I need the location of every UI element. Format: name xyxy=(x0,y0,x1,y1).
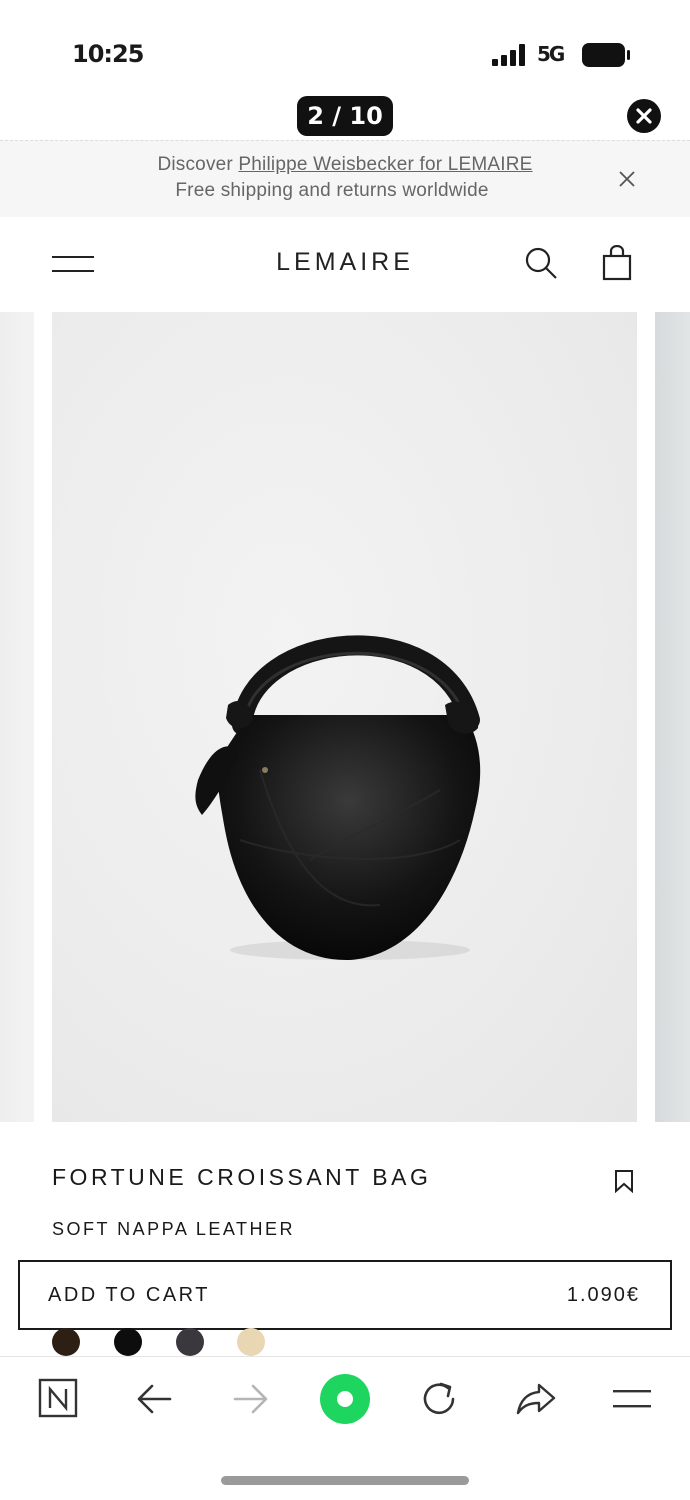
color-swatch-sand[interactable] xyxy=(237,1328,265,1356)
status-time: 10:25 xyxy=(72,40,144,68)
color-swatch-black[interactable] xyxy=(114,1328,142,1356)
previous-image-peek[interactable] xyxy=(0,312,34,1122)
circle-button-icon[interactable] xyxy=(318,1372,372,1426)
reload-icon[interactable] xyxy=(417,1376,463,1422)
forward-arrow-icon[interactable] xyxy=(227,1376,273,1422)
bookmark-icon[interactable] xyxy=(612,1168,636,1194)
menu-lines-icon[interactable] xyxy=(609,1376,655,1422)
back-arrow-icon[interactable] xyxy=(132,1376,178,1422)
shopping-bag-icon[interactable] xyxy=(601,245,633,281)
banner-link[interactable]: Philippe Weisbecker for LEMAIRE xyxy=(238,154,532,175)
color-swatch-dark-grey[interactable] xyxy=(176,1328,204,1356)
add-to-cart-label: ADD TO CART xyxy=(48,1284,210,1306)
product-material: SOFT NAPPA LEATHER xyxy=(52,1219,296,1239)
banner-line2: Free shipping and returns worldwide xyxy=(175,180,489,201)
signal-icon xyxy=(492,44,525,66)
banner-prefix: Discover xyxy=(157,154,239,175)
share-icon[interactable] xyxy=(513,1376,559,1422)
product-price: 1.090€ xyxy=(566,1284,640,1306)
product-name: FORTUNE CROISSANT BAG xyxy=(52,1164,432,1190)
next-image-peek[interactable] xyxy=(655,312,690,1122)
n-logo-icon[interactable] xyxy=(36,1376,82,1422)
home-indicator xyxy=(221,1476,469,1485)
croissant-bag-image xyxy=(195,635,481,961)
close-circle-icon[interactable] xyxy=(627,99,661,133)
brand-logo[interactable]: LEMAIRE xyxy=(0,248,690,277)
network-label: 5G xyxy=(537,42,565,66)
close-icon[interactable] xyxy=(616,168,638,190)
announcement-banner xyxy=(0,140,690,217)
toolbar-divider xyxy=(0,1356,690,1357)
search-icon[interactable] xyxy=(524,246,558,280)
battery-icon xyxy=(582,43,630,67)
banner-line1: Discover Philippe Weisbecker for LEMAIRE xyxy=(0,154,690,176)
image-counter: 2 / 10 xyxy=(297,96,393,136)
color-swatch-dark-brown[interactable] xyxy=(52,1328,80,1356)
